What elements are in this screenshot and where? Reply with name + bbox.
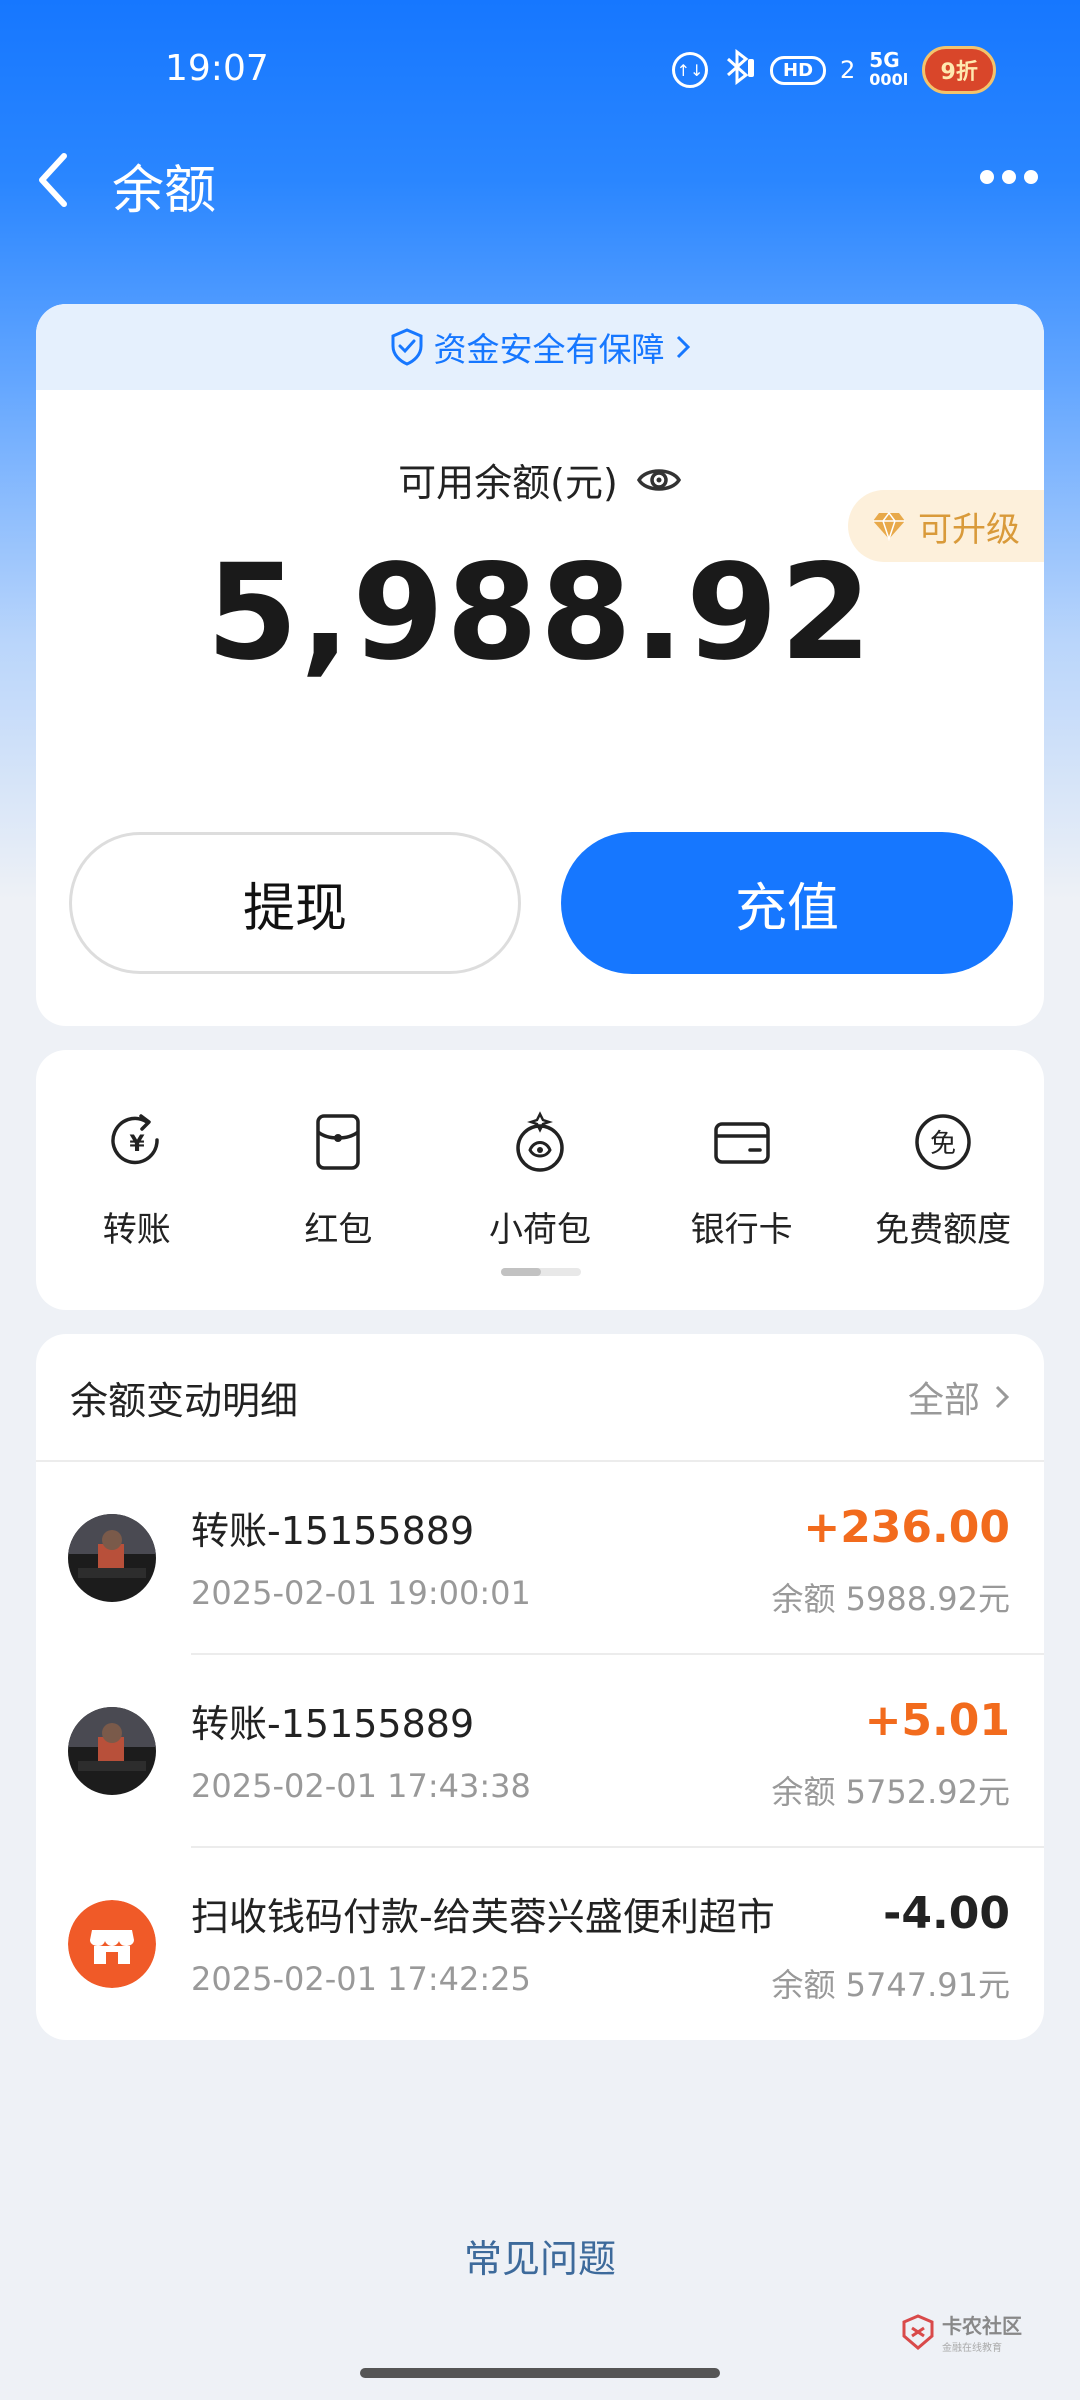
quick-action-label: 转账 xyxy=(102,1210,171,1250)
watermark: 卡农社区 金融在线教育 xyxy=(900,2310,1022,2354)
network-label: 5G xyxy=(869,48,900,72)
free-quota-icon: 免 xyxy=(915,1114,971,1170)
promo-badge-icon[interactable]: 9折 xyxy=(922,46,997,94)
quick-action-red-packet[interactable]: 红包 xyxy=(238,1110,440,1251)
faq-link[interactable]: 常见问题 xyxy=(0,2228,1080,2283)
view-all-label: 全部 xyxy=(907,1380,980,1421)
status-icons: ↑↓ HD 2 5G 000l 9折 xyxy=(672,46,997,94)
transaction-time: 2025-02-01 17:42:25 xyxy=(191,1960,531,1998)
withdraw-button[interactable]: 提现 xyxy=(69,832,521,974)
transfer-icon: ¥ xyxy=(111,1114,159,1165)
avatar xyxy=(68,1707,156,1795)
balance-card: 资金安全有保障 可用余额(元) 可升级 5,988.92 提现 充值 xyxy=(36,304,1044,1026)
transaction-row[interactable]: 转账-15155889 2025-02-01 17:43:38 +5.01 余额… xyxy=(36,1655,1044,1848)
transaction-amount: +236.00 xyxy=(803,1502,1010,1553)
transaction-name: 扫收钱码付款-给芙蓉兴盛便利超市 xyxy=(191,1895,775,1939)
balance-amount: 5,988.92 xyxy=(206,536,874,690)
balance-label: 可用余额(元) xyxy=(398,461,618,505)
quick-actions-card: ¥ 转账 红包 小荷包 银行卡 免 免费额度 xyxy=(36,1050,1044,1310)
nav-bar: 余额 xyxy=(0,130,1080,230)
watermark-line1: 卡农社区 xyxy=(942,2314,1022,2338)
bank-card-icon xyxy=(713,1122,770,1164)
bluetooth-icon xyxy=(722,48,756,91)
quick-action-label: 银行卡 xyxy=(690,1210,793,1250)
transaction-balance: 余额 5752.92元 xyxy=(771,1773,1010,1811)
status-bar: 19:07 ↑↓ HD 2 5G 000l 9折 xyxy=(0,0,1080,140)
store-icon xyxy=(68,1900,156,1988)
more-options-icon[interactable] xyxy=(980,170,1040,190)
small-purse-icon xyxy=(516,1111,564,1172)
quick-action-label: 小荷包 xyxy=(488,1210,591,1250)
badge-text: 9折 xyxy=(940,60,978,85)
chevron-right-icon xyxy=(676,335,690,359)
back-arrow-icon[interactable] xyxy=(32,148,80,212)
transaction-amount: +5.01 xyxy=(864,1695,1010,1746)
quick-action-label: 红包 xyxy=(304,1210,373,1250)
balance-actions: 提现 充值 xyxy=(69,832,1013,974)
data-saver-icon: ↑↓ xyxy=(672,52,708,88)
transactions-header: 余额变动明细 全部 xyxy=(36,1334,1044,1462)
quick-action-transfer[interactable]: ¥ 转账 xyxy=(36,1110,238,1251)
chevron-right-icon xyxy=(995,1385,1010,1409)
transaction-name: 转账-15155889 xyxy=(191,1702,475,1746)
transactions-title: 余额变动明细 xyxy=(70,1378,299,1423)
eye-icon[interactable] xyxy=(636,463,682,497)
topup-button[interactable]: 充值 xyxy=(561,832,1013,974)
transaction-time: 2025-02-01 17:43:38 xyxy=(191,1767,531,1805)
watermark-line2: 金融在线教育 xyxy=(942,2343,1002,2354)
quick-actions-pager xyxy=(501,1268,581,1276)
transaction-amount: -4.00 xyxy=(883,1888,1010,1939)
page-title: 余额 xyxy=(112,161,217,221)
sim-index: 2 xyxy=(840,56,856,84)
transaction-row[interactable]: 扫收钱码付款-给芙蓉兴盛便利超市 2025-02-01 17:42:25 -4.… xyxy=(36,1848,1044,2040)
red-packet-icon xyxy=(316,1114,361,1170)
status-time: 19:07 xyxy=(165,48,269,89)
view-all-link[interactable]: 全部 xyxy=(908,1371,1010,1423)
avatar xyxy=(68,1514,156,1602)
quick-action-small-purse[interactable]: 小荷包 xyxy=(439,1110,641,1251)
transaction-name: 转账-15155889 xyxy=(191,1509,475,1553)
transaction-time: 2025-02-01 19:00:01 xyxy=(191,1574,531,1612)
quick-action-label: 免费额度 xyxy=(875,1210,1012,1250)
5g-signal-icon: 5G 000l xyxy=(869,48,909,89)
transaction-row[interactable]: 转账-15155889 2025-02-01 19:00:01 +236.00 … xyxy=(36,1462,1044,1655)
transaction-balance: 余额 5747.91元 xyxy=(771,1966,1010,2004)
svg-text:免: 免 xyxy=(930,1129,956,1159)
shield-check-icon xyxy=(391,328,422,366)
kanong-logo-icon xyxy=(902,2314,934,2350)
safety-banner-text: 资金安全有保障 xyxy=(433,330,665,369)
quick-action-free-quota[interactable]: 免 免费额度 xyxy=(842,1110,1044,1251)
quick-action-bank-card[interactable]: 银行卡 xyxy=(641,1110,843,1251)
transactions-card: 余额变动明细 全部 转账-15155889 2025-02-01 19:00:0… xyxy=(36,1334,1044,2040)
hd-label: HD xyxy=(783,59,814,81)
home-indicator[interactable] xyxy=(360,2368,720,2378)
safety-banner[interactable]: 资金安全有保障 xyxy=(36,304,1044,390)
hd-voice-icon: HD xyxy=(770,55,827,85)
transaction-balance: 余额 5988.92元 xyxy=(771,1580,1010,1618)
svg-text:¥: ¥ xyxy=(129,1132,145,1157)
